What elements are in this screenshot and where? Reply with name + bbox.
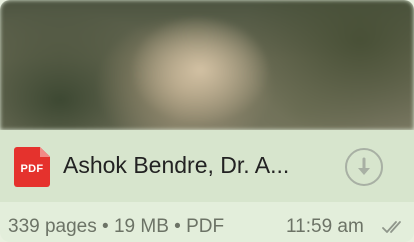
download-icon	[358, 157, 370, 175]
double-check-icon	[382, 221, 401, 233]
separator-dot: •	[102, 216, 109, 237]
message-meta-row: 339 pages • 19 MB • PDF 11:59 am	[0, 202, 414, 242]
download-button[interactable]	[345, 148, 383, 186]
document-file-name: Ashok Bendre, Dr. A...	[63, 152, 290, 178]
page-fold-corner	[40, 147, 50, 157]
pdf-file-icon: PDF	[14, 147, 50, 187]
document-message-bubble[interactable]: PDF Ashok Bendre, Dr. A... 339 pages • 1…	[0, 0, 414, 242]
document-file-row[interactable]: PDF Ashok Bendre, Dr. A...	[0, 130, 414, 202]
file-format: PDF	[186, 216, 225, 237]
document-preview-thumbnail[interactable]	[0, 0, 414, 130]
document-info: 339 pages • 19 MB • PDF	[8, 216, 224, 238]
file-size: 19 MB	[113, 216, 169, 237]
pdf-badge-label: PDF	[20, 163, 44, 175]
message-timestamp: 11:59 am	[286, 216, 364, 237]
separator-dot: •	[174, 216, 181, 237]
page-count: 339 pages	[8, 216, 97, 237]
